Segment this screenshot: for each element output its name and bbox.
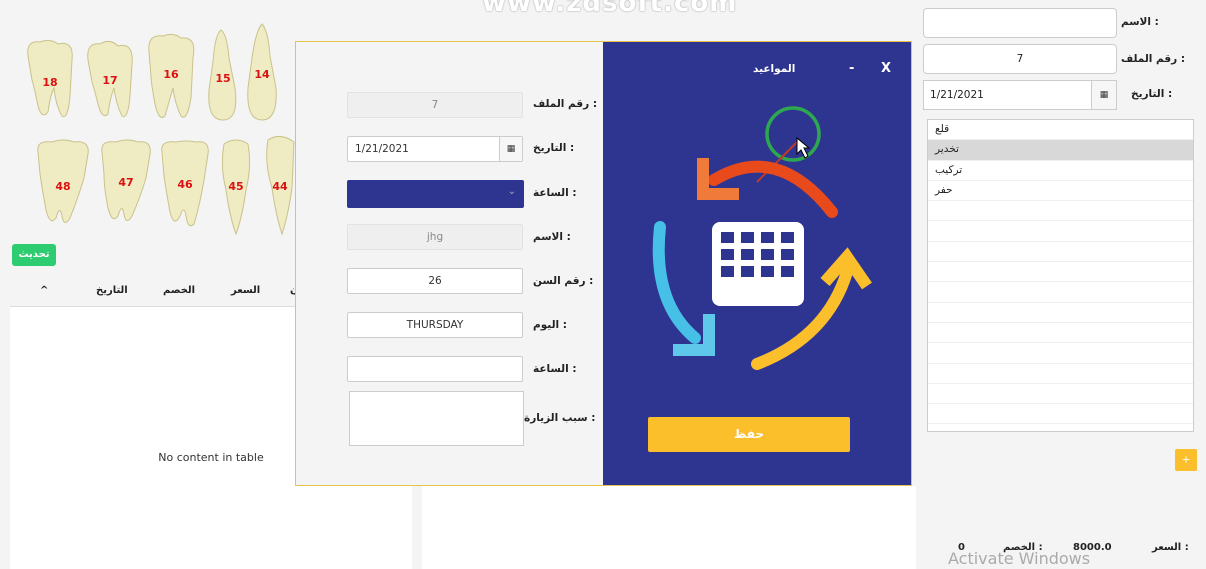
site-watermark: www.zdsoft.com <box>482 0 738 18</box>
tooth-number: 17 <box>102 74 118 87</box>
hour-label: الساعة : <box>533 363 577 375</box>
day-field[interactable]: THURSDAY <box>347 312 523 338</box>
windows-activation-watermark: Activate Windows <box>948 549 1091 568</box>
minimize-button[interactable]: - <box>849 61 854 76</box>
list-item <box>928 384 1193 405</box>
hour-field[interactable] <box>347 356 523 382</box>
visit-reason-textarea[interactable] <box>349 391 524 446</box>
add-procedure-button[interactable]: + <box>1175 449 1197 471</box>
tooth-16[interactable]: 16 <box>143 32 199 124</box>
chevron-down-icon: ⌄ <box>507 186 516 197</box>
tooth-47[interactable]: 47 <box>98 138 154 226</box>
tooth-number: 46 <box>177 178 193 191</box>
tooth-number: 16 <box>163 68 179 81</box>
tooth-number: 47 <box>118 176 134 189</box>
column-date[interactable]: التاريخ <box>96 285 128 296</box>
tooth-number: 15 <box>215 72 231 85</box>
save-button[interactable]: حفظ <box>648 417 850 452</box>
tooth-number-field[interactable]: 26 <box>347 268 523 294</box>
file-number-label: رقم الملف : <box>533 98 598 110</box>
appointment-side-panel: المواعيد - X حفظ <box>603 42 911 485</box>
patient-date-label: التاريخ : <box>1131 88 1173 100</box>
tooth-14[interactable]: 14 <box>244 22 280 122</box>
patient-file-number-label: رقم الملف : <box>1121 53 1186 65</box>
list-item <box>928 262 1193 283</box>
teeth-chart: 18 17 16 15 14 48 47 46 45 44 <box>0 0 300 240</box>
tooth-number: 48 <box>55 180 71 193</box>
tooth-46[interactable]: 46 <box>158 140 212 230</box>
tooth-number: 14 <box>254 68 270 81</box>
list-item <box>928 404 1193 425</box>
close-button[interactable]: X <box>881 61 891 76</box>
list-item <box>928 242 1193 263</box>
name-field[interactable]: jhg <box>347 224 523 250</box>
tooth-48[interactable]: 48 <box>34 138 92 228</box>
tooth-17[interactable]: 17 <box>84 38 136 122</box>
date-picker[interactable]: 1/21/2021 ▦ <box>347 136 523 162</box>
tooth-number: 44 <box>272 180 288 193</box>
patient-file-number-input[interactable]: 7 <box>923 44 1117 74</box>
name-label: الاسم : <box>533 231 571 243</box>
tooth-44[interactable]: 44 <box>262 132 298 236</box>
date-value: 1/21/2021 <box>355 143 409 155</box>
list-item <box>928 303 1193 323</box>
tooth-18[interactable]: 18 <box>22 36 78 122</box>
calendar-refresh-illustration <box>652 106 872 370</box>
tooth-number: 18 <box>42 76 58 89</box>
patient-date-picker[interactable]: 1/21/2021 ▦ <box>923 80 1117 110</box>
middle-panel <box>422 486 916 569</box>
price-label: السعر : <box>1152 542 1189 553</box>
procedures-list[interactable]: قلع تخدير تركيب حفر <box>927 119 1194 432</box>
calendar-icon[interactable]: ▦ <box>1091 81 1116 109</box>
tooth-15[interactable]: 15 <box>205 28 241 122</box>
column-discount[interactable]: الخصم <box>163 285 195 296</box>
list-item <box>928 343 1193 364</box>
calendar-icon[interactable]: ▦ <box>499 137 522 161</box>
list-item[interactable]: حفر <box>928 181 1193 202</box>
patient-name-input[interactable] <box>923 8 1117 38</box>
tooth-45[interactable]: 45 <box>218 136 254 236</box>
file-number-field[interactable]: 7 <box>347 92 523 118</box>
date-label: التاريخ : <box>533 142 575 154</box>
column-price[interactable]: السعر <box>231 285 260 296</box>
appointment-form: 7 رقم الملف : 1/21/2021 ▦ التاريخ : ⌄ ال… <box>296 42 603 485</box>
appointments-dialog: 7 رقم الملف : 1/21/2021 ▦ التاريخ : ⌄ ال… <box>295 41 912 486</box>
hour-select-label: الساعة : <box>533 187 577 199</box>
patient-name-label: الاسم : <box>1121 16 1159 28</box>
list-item[interactable]: تخدير <box>928 140 1193 161</box>
dialog-title: المواعيد <box>753 63 796 75</box>
list-item <box>928 282 1193 303</box>
list-item <box>928 221 1193 242</box>
visit-reason-label: سبب الزيارة : <box>524 412 596 424</box>
hour-select[interactable]: ⌄ <box>347 180 524 208</box>
list-item <box>928 201 1193 222</box>
tooth-number-label: رقم السن : <box>533 275 594 287</box>
tooth-number: 45 <box>228 180 244 193</box>
day-label: اليوم : <box>533 319 567 331</box>
refresh-button[interactable]: تحديث <box>12 244 56 266</box>
list-item[interactable]: قلع <box>928 120 1193 141</box>
patient-date-value: 1/21/2021 <box>930 89 984 101</box>
list-item[interactable]: تركيب <box>928 161 1193 181</box>
list-item <box>928 364 1193 384</box>
list-item <box>928 323 1193 344</box>
column-sort-indicator[interactable]: ^ <box>40 285 48 296</box>
